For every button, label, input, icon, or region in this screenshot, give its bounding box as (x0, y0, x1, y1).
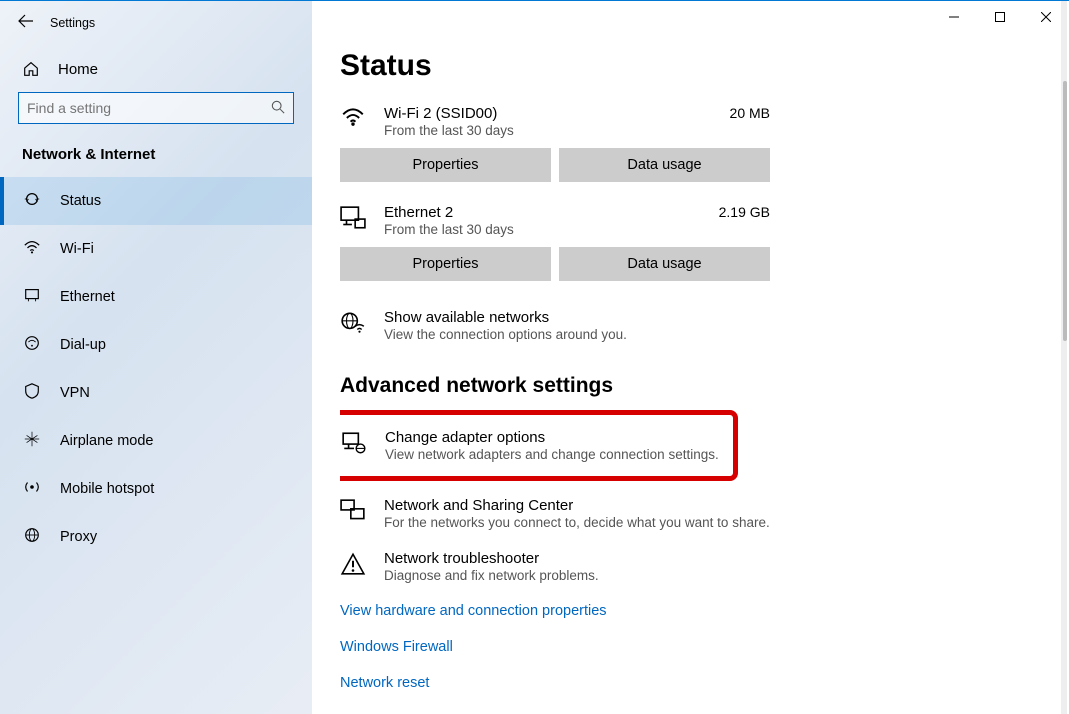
link-sub: For the networks you connect to, decide … (384, 515, 770, 530)
maximize-button[interactable] (977, 1, 1023, 33)
sidebar-item-dialup[interactable]: Dial-up (0, 321, 312, 369)
network-item-ethernet2: Ethernet 2 From the last 30 days 2.19 GB (340, 200, 770, 247)
link-sub: View the connection options around you. (384, 327, 627, 342)
page-title: Status (340, 49, 1041, 83)
sidebar-item-label: Airplane mode (60, 433, 154, 449)
network-usage: 2.19 GB (719, 204, 770, 220)
sidebar-item-label: Mobile hotspot (60, 481, 154, 497)
network-sub: From the last 30 days (384, 123, 770, 138)
network-name: Wi-Fi 2 (SSID00) (384, 105, 770, 122)
home-label: Home (58, 61, 98, 78)
status-icon (22, 190, 42, 212)
sidebar-item-hotspot[interactable]: Mobile hotspot (0, 465, 312, 513)
sidebar-item-airplane[interactable]: Airplane mode (0, 417, 312, 465)
back-button[interactable] (18, 13, 34, 32)
sidebar-item-ethernet[interactable]: Ethernet (0, 273, 312, 321)
home-button[interactable]: Home (0, 50, 312, 92)
sidebar-item-vpn[interactable]: VPN (0, 369, 312, 417)
network-sharing-center[interactable]: Network and Sharing Center For the netwo… (340, 487, 940, 540)
link-title: Change adapter options (385, 429, 719, 446)
advanced-heading: Advanced network settings (340, 374, 1041, 398)
sidebar-item-label: VPN (60, 385, 90, 401)
window-controls (931, 1, 1069, 33)
properties-button[interactable]: Properties (340, 148, 551, 182)
hotspot-icon (22, 478, 42, 500)
minimize-button[interactable] (931, 1, 977, 33)
network-troubleshooter[interactable]: Network troubleshooter Diagnose and fix … (340, 540, 940, 593)
sidebar: Settings Home Network & Internet Status … (0, 1, 312, 714)
dialup-icon (22, 334, 42, 356)
sidebar-item-label: Proxy (60, 529, 97, 545)
link-title: Show available networks (384, 309, 627, 326)
wifi-icon (22, 238, 42, 260)
sidebar-item-status[interactable]: Status (0, 177, 312, 225)
sharing-icon (340, 497, 368, 526)
sidebar-item-label: Status (60, 193, 101, 209)
ethernet-monitor-icon (340, 204, 368, 233)
adapter-icon (341, 429, 369, 458)
search-icon (271, 100, 285, 117)
data-usage-button[interactable]: Data usage (559, 247, 770, 281)
data-usage-button[interactable]: Data usage (559, 148, 770, 182)
category-heading: Network & Internet (0, 146, 312, 177)
sidebar-item-label: Dial-up (60, 337, 106, 353)
link-sub: View network adapters and change connect… (385, 447, 719, 462)
properties-button[interactable]: Properties (340, 247, 551, 281)
sidebar-item-proxy[interactable]: Proxy (0, 513, 312, 561)
globe-wifi-icon (340, 309, 368, 338)
link-sub: Diagnose and fix network problems. (384, 568, 599, 583)
highlight-box: Change adapter options View network adap… (340, 410, 738, 481)
nav: Status Wi-Fi Ethernet Dial-up VPN Airpla… (0, 177, 312, 561)
sidebar-item-label: Wi-Fi (60, 241, 94, 257)
warning-icon (340, 550, 368, 579)
search-box[interactable] (18, 92, 294, 124)
sidebar-item-wifi[interactable]: Wi-Fi (0, 225, 312, 273)
change-adapter-options[interactable]: Change adapter options View network adap… (341, 425, 941, 466)
wifi-icon (340, 105, 368, 132)
network-name: Ethernet 2 (384, 204, 770, 221)
app-title: Settings (50, 16, 95, 30)
vpn-icon (22, 382, 42, 404)
link-title: Network and Sharing Center (384, 497, 770, 514)
link-title: Network troubleshooter (384, 550, 599, 567)
windows-firewall-link[interactable]: Windows Firewall (340, 629, 1041, 665)
view-hardware-link[interactable]: View hardware and connection properties (340, 593, 1041, 629)
show-available-networks[interactable]: Show available networks View the connect… (340, 299, 940, 352)
proxy-icon (22, 526, 42, 548)
network-reset-link[interactable]: Network reset (340, 665, 1041, 696)
scrollbar-thumb[interactable] (1063, 81, 1067, 341)
airplane-icon (22, 430, 42, 452)
ethernet-icon (22, 286, 42, 308)
network-item-wifi2: Wi-Fi 2 (SSID00) From the last 30 days 2… (340, 101, 770, 148)
search-input[interactable] (27, 100, 271, 116)
main-content: Status Wi-Fi 2 (SSID00) From the last 30… (312, 1, 1069, 714)
home-icon (22, 60, 40, 78)
network-sub: From the last 30 days (384, 222, 770, 237)
back-arrow-icon (18, 13, 34, 29)
sidebar-item-label: Ethernet (60, 289, 115, 305)
network-usage: 20 MB (730, 105, 770, 121)
